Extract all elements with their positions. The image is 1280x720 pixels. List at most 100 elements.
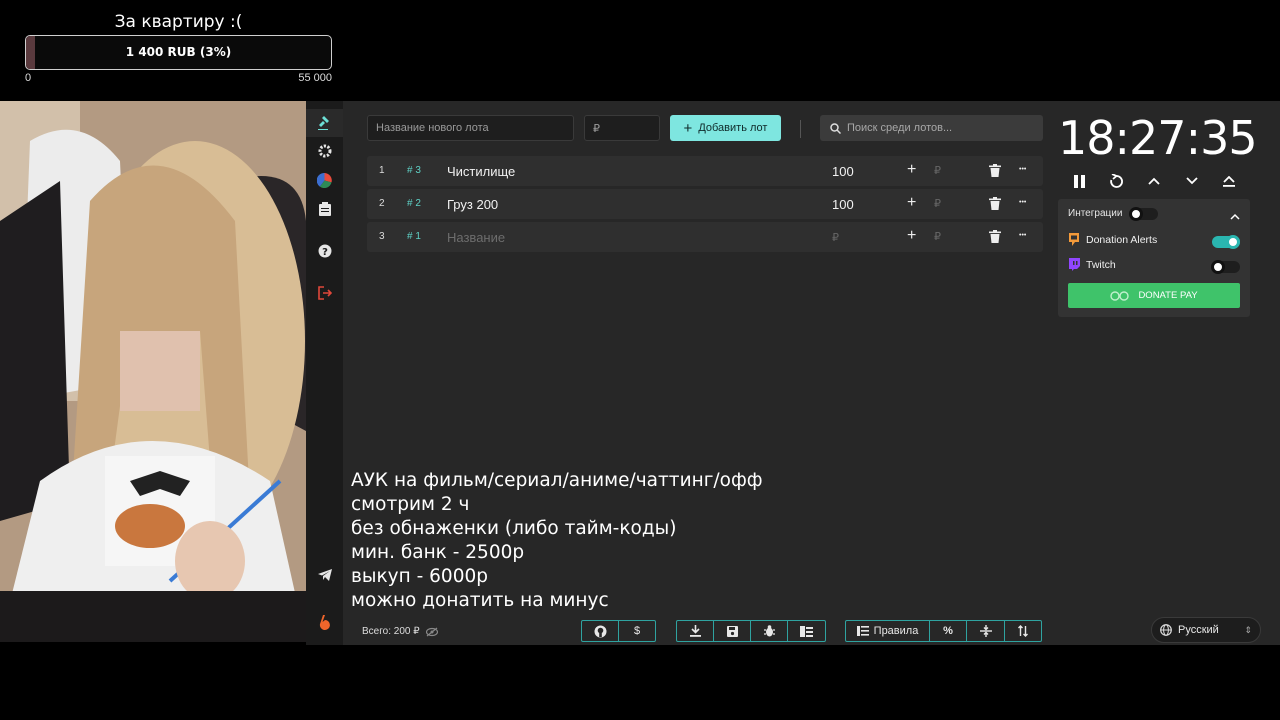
download-icon: [689, 625, 701, 637]
search-placeholder: Поиск среди лотов...: [847, 122, 953, 134]
timer-max-button[interactable]: [1219, 171, 1239, 191]
sidebar-item-settings[interactable]: [306, 137, 343, 165]
integrations-collapse-button[interactable]: [1230, 207, 1240, 225]
lot-tag: # 1: [407, 231, 421, 242]
sidebar-item-history[interactable]: [306, 195, 343, 223]
github-button[interactable]: [582, 621, 619, 641]
auction-app: ? Название нового лота ₽ + Добавить лот …: [306, 101, 1280, 645]
add-lot-button[interactable]: + Добавить лот: [670, 115, 781, 141]
sidebar-item-boosty[interactable]: [306, 608, 343, 636]
timer-down-button[interactable]: [1182, 171, 1202, 191]
add-amount-button[interactable]: +: [907, 194, 916, 212]
import-button[interactable]: [788, 621, 825, 641]
gavel-icon: [317, 116, 329, 130]
timer-up-button[interactable]: [1144, 171, 1164, 191]
chevron-down-icon: [1185, 177, 1198, 185]
donation-alerts-toggle[interactable]: [1212, 235, 1240, 249]
goal-min-label: 0: [25, 72, 32, 84]
file-button-group: [676, 620, 826, 642]
total-label: Всего: 200 ₽: [362, 626, 420, 637]
add-amount-input[interactable]: ₽: [934, 164, 941, 177]
lot-name-input[interactable]: Груз 200: [447, 197, 498, 212]
donate-pay-logo-icon: [1110, 290, 1130, 301]
delete-lot-button[interactable]: [989, 230, 1001, 243]
add-amount-input[interactable]: ₽: [934, 197, 941, 210]
percent-button[interactable]: %: [930, 621, 967, 641]
chevron-up-icon: [1230, 213, 1240, 220]
save-icon: [726, 625, 738, 637]
screen: За квартиру :( 1 400 RUB (3%) 0 55 000 ?…: [0, 0, 1280, 720]
language-select[interactable]: Русский ⇕: [1151, 617, 1261, 643]
svg-text:?: ?: [322, 247, 328, 258]
eye-off-icon[interactable]: [425, 627, 438, 637]
lot-name-input[interactable]: Чистилище: [447, 164, 515, 179]
lot-amount-input[interactable]: 100: [832, 197, 854, 212]
donate-dev-button[interactable]: $: [619, 621, 655, 641]
goal-amount-label: 1 400 RUB (3%): [125, 45, 232, 59]
logout-icon: [317, 286, 332, 300]
twitch-toggle[interactable]: [1211, 260, 1240, 274]
save-button[interactable]: [714, 621, 751, 641]
lot-menu-button[interactable]: •••: [1019, 193, 1026, 209]
double-chevron-up-icon: [1223, 175, 1235, 187]
integrations-master-toggle[interactable]: [1129, 207, 1158, 221]
twitch-label: Twitch: [1086, 258, 1116, 271]
download-button[interactable]: [677, 621, 714, 641]
pause-button[interactable]: [1069, 171, 1089, 191]
lot-index: 1: [379, 165, 385, 176]
bug-report-button[interactable]: [751, 621, 788, 641]
sidebar-item-auction[interactable]: [306, 109, 343, 137]
sidebar: ?: [306, 101, 343, 645]
lot-name-input[interactable]: Название: [447, 230, 505, 245]
lot-row: 2 # 2 Груз 200 100 + ₽ •••: [367, 189, 1043, 219]
lot-amount-input[interactable]: 100: [832, 164, 854, 179]
toggle-knob: [1211, 260, 1225, 274]
reset-button[interactable]: [1107, 171, 1127, 191]
goal-title: За квартиру :(: [114, 12, 243, 32]
question-icon: ?: [318, 244, 331, 258]
lot-menu-button[interactable]: •••: [1019, 226, 1026, 242]
lot-index: 2: [379, 198, 385, 209]
sidebar-item-logout[interactable]: [306, 279, 343, 307]
bug-icon: [763, 625, 775, 637]
sort-arrows-icon: [1018, 625, 1028, 637]
donation-alerts-icon: [1069, 233, 1079, 246]
rules-button[interactable]: Правила: [846, 621, 930, 641]
lot-tag: # 3: [407, 165, 421, 176]
webcam-image: [0, 101, 306, 642]
new-lot-input[interactable]: Название нового лота: [367, 115, 574, 141]
add-lot-label: Добавить лот: [698, 122, 768, 134]
rules-button-label: Правила: [873, 625, 919, 637]
lot-menu-button[interactable]: •••: [1019, 160, 1026, 176]
toggle-knob: [1226, 235, 1240, 249]
donate-pay-button[interactable]: DONATE PAY: [1068, 283, 1240, 308]
webcam-feed: [0, 101, 306, 642]
search-icon: [830, 122, 841, 134]
more-horizontal-icon: •••: [1019, 232, 1027, 239]
delete-lot-button[interactable]: [989, 164, 1001, 177]
lot-amount-input[interactable]: ₽: [832, 231, 839, 244]
add-amount-input[interactable]: ₽: [934, 230, 941, 243]
delete-lot-button[interactable]: [989, 197, 1001, 210]
add-amount-button[interactable]: +: [907, 161, 916, 179]
rules-list-icon: [856, 626, 869, 636]
integrations-title: Интеграции: [1068, 208, 1123, 219]
integration-donation-alerts: Donation Alerts: [1068, 233, 1157, 246]
integration-twitch: Twitch: [1068, 258, 1116, 271]
collapse-button[interactable]: [967, 621, 1005, 641]
add-amount-button[interactable]: +: [907, 227, 916, 245]
timer-display: 18:27:35: [1058, 111, 1258, 165]
sidebar-item-telegram[interactable]: [306, 561, 343, 589]
lot-index: 3: [379, 231, 385, 242]
plus-icon: +: [907, 161, 917, 178]
plus-icon: +: [683, 119, 693, 137]
sidebar-item-wheel[interactable]: [306, 166, 343, 194]
restart-icon: [1110, 173, 1123, 188]
sidebar-item-help[interactable]: ?: [306, 237, 343, 265]
goal-progress-bar: 1 400 RUB (3%): [25, 35, 332, 70]
lot-amount-input[interactable]: ₽: [584, 115, 660, 141]
sort-button[interactable]: [1005, 621, 1041, 641]
search-input[interactable]: Поиск среди лотов...: [820, 115, 1043, 141]
total-sum: Всего: 200 ₽: [362, 626, 438, 637]
pie-chart-icon: [317, 172, 332, 188]
